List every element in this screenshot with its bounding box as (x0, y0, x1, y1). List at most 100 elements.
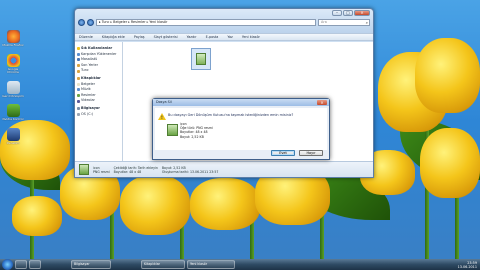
folder-icon: ▸ (99, 20, 101, 24)
details-label: Boyutlar: (113, 169, 129, 174)
image-file-icon (167, 124, 178, 136)
nav-label: OS (C:) (81, 111, 94, 116)
tulip (12, 196, 62, 236)
library-icon (77, 77, 80, 81)
image-file-icon (79, 164, 89, 175)
system-tray-clock[interactable]: 23:59 13.06.2011 (458, 261, 477, 269)
taskbar-item[interactable]: Yeni klasör (187, 260, 235, 269)
breadcrumb-separator: ▸ (128, 20, 130, 24)
delete-file-dialog: Dosya Sil × ! Bu dosyayı Geri Dönüşüm Ku… (152, 98, 330, 160)
details-col-2: Boyut: 2,52 KB Oluşturma tarihi: 13.06.2… (162, 166, 219, 174)
forward-button[interactable] (87, 18, 94, 26)
command-share[interactable]: Paylaş (134, 35, 145, 39)
address-row: ▸ Tunc ▸ Belgeler ▸ Resimler ▸ Yeni klas… (78, 18, 370, 26)
nav-label: Videolar (81, 98, 95, 103)
desktop-icon-label: Geri Dönüşüm (2, 93, 24, 98)
dialog-question: Bu dosyayı Geri Dönüşüm Kutusu'na taşıma… (168, 113, 294, 117)
dialog-file-size: Boyut: 2,52 KB (180, 134, 204, 139)
nvidia-icon (6, 104, 20, 118)
maximize-button[interactable]: □ (343, 10, 353, 16)
star-icon (77, 47, 80, 51)
firefox-icon (6, 30, 20, 43)
breadcrumb-separator: ▸ (110, 20, 113, 24)
clock-date: 13.06.2011 (457, 264, 477, 269)
desktop-icon (77, 58, 80, 62)
computer-icon (77, 107, 80, 111)
image-file-icon (196, 53, 206, 65)
desktop-icon-label: Google Chrome (7, 66, 19, 75)
back-button[interactable] (78, 18, 85, 26)
desktop-icon-recycle[interactable]: Geri Dönüşüm (2, 80, 24, 99)
chrome-icon (6, 53, 20, 67)
desktop-icon-control[interactable]: Denetim (2, 127, 24, 146)
dialog-file-info: icon Öğe türü: PNG resmi Boyutlar: 48 x … (180, 122, 213, 139)
minimize-button[interactable]: – (332, 10, 342, 16)
music-icon (77, 88, 80, 92)
desktop-icon-chrome[interactable]: Google Chrome (2, 53, 24, 75)
dialog-body: ! Bu dosyayı Geri Dönüşüm Kutusu'na taşı… (155, 108, 327, 150)
details-value: 13.06.2011 23:57 (189, 169, 219, 174)
taskbar-item[interactable]: Kitaplıklar (141, 260, 185, 269)
command-print[interactable]: Yazdır (187, 35, 197, 39)
tulip (415, 38, 480, 113)
command-bar: Düzenle Kitaplığa ekle Paylaş Slayt göst… (75, 33, 373, 41)
details-filetype: PNG resmi (93, 169, 110, 174)
control-panel-icon (6, 127, 20, 141)
no-button[interactable]: Hayır (299, 150, 323, 156)
taskbar-item[interactable]: Bilgisayar (71, 260, 111, 269)
breadcrumb-item[interactable]: Belgeler (113, 20, 127, 24)
address-bar[interactable]: ▸ Tunc ▸ Belgeler ▸ Resimler ▸ Yeni klas… (96, 18, 316, 26)
yes-button[interactable]: Evet (271, 150, 295, 156)
desktop-icon-nvidia[interactable]: Nvidia Kontrol (2, 104, 24, 122)
taskbar-pinned-media[interactable] (29, 260, 41, 269)
command-slideshow[interactable]: Slayt gösterisi (154, 35, 178, 39)
tulip (190, 178, 260, 230)
nav-label: Tunc (81, 68, 89, 73)
search-input[interactable]: Ara ⌕ (318, 18, 370, 26)
breadcrumb-item[interactable]: Yeni klasör (149, 20, 167, 24)
command-email[interactable]: E-posta (206, 35, 219, 39)
command-organize[interactable]: Düzenle (79, 35, 93, 39)
taskbar-pinned-explorer[interactable] (15, 260, 27, 269)
desktop-icons: Mozilla Firefox Google Chrome Geri Dönüş… (2, 30, 24, 152)
file-item-selected[interactable] (191, 48, 211, 70)
search-icon: ⌕ (365, 19, 368, 25)
drive-icon (77, 112, 80, 116)
tulip (420, 128, 480, 198)
dialog-buttons: Evet Hayır (271, 150, 323, 156)
window-controls: – □ × (332, 10, 370, 16)
window-titlebar: – □ × ▸ Tunc ▸ Belgeler ▸ Resimler ▸ Yen… (75, 9, 373, 33)
details-value: 48 x 48 (129, 169, 142, 174)
recycle-bin-icon (6, 80, 20, 94)
navigation-pane: Sık Kullanılanlar Karşıdan Yüklenenler M… (75, 42, 123, 161)
desktop-icon-firefox[interactable]: Mozilla Firefox (2, 30, 24, 48)
breadcrumb-separator: ▸ (146, 20, 149, 24)
desktop-icon-label: Nvidia Kontrol (2, 117, 24, 122)
command-new-folder[interactable]: Yeni klasör (242, 35, 260, 39)
search-placeholder: Ara (321, 19, 327, 24)
warning-icon-mark: ! (161, 115, 163, 120)
desktop-icon-label: Denetim (6, 140, 20, 145)
details-label: Oluşturma tarihi: (161, 169, 189, 174)
nav-item-user[interactable]: Tunc (77, 68, 120, 74)
download-icon (77, 52, 80, 56)
desktop-icon-label: Mozilla Firefox (2, 43, 24, 47)
breadcrumb-item[interactable]: Tunc (102, 20, 110, 24)
dialog-close-button[interactable]: × (317, 100, 327, 105)
start-button[interactable] (2, 259, 13, 270)
command-add-to-library[interactable]: Kitaplığa ekle (102, 35, 125, 39)
video-icon (77, 99, 80, 103)
close-button[interactable]: × (354, 10, 370, 16)
command-burn[interactable]: Yaz (227, 35, 232, 39)
nav-item-videos[interactable]: Videolar (77, 98, 120, 104)
details-col-1: Çekildiği tarih: Tarih ekleyin Boyutlar:… (114, 166, 158, 174)
dialog-titlebar: Dosya Sil × (153, 99, 329, 106)
details-name-col: icon PNG resmi (93, 166, 110, 174)
tulip (120, 175, 190, 235)
recent-icon (77, 64, 80, 68)
picture-icon (77, 94, 80, 98)
breadcrumb-item[interactable]: Resimler (131, 20, 146, 24)
nav-item-drive-c[interactable]: OS (C:) (77, 112, 120, 118)
taskbar: Bilgisayar Kitaplıklar Yeni klasör 23:59… (0, 259, 480, 270)
details-pane: icon PNG resmi Çekildiği tarih: Tarih ek… (75, 161, 373, 177)
